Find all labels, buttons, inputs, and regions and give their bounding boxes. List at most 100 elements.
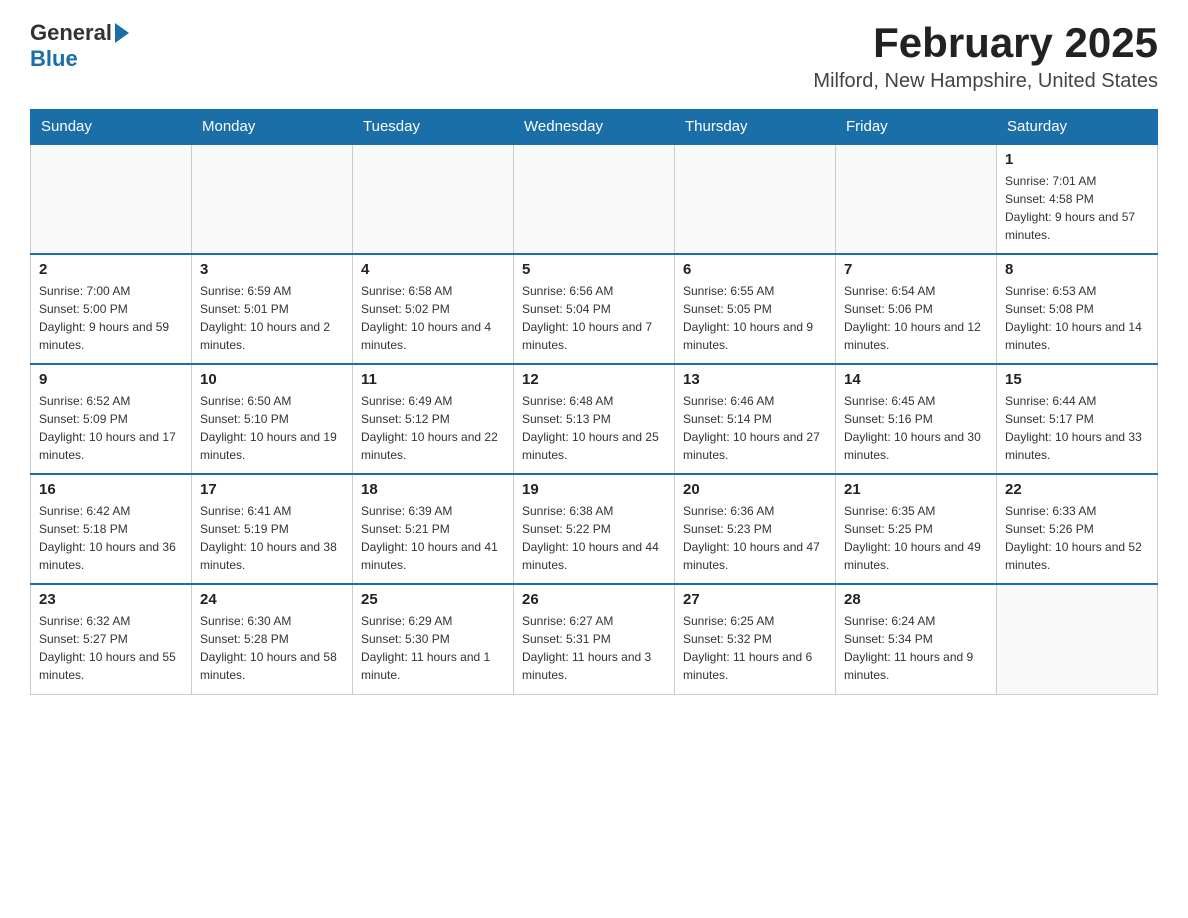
calendar-day-cell: 7 Sunrise: 6:54 AMSunset: 5:06 PMDaylight…: [836, 254, 997, 364]
calendar-day-header: Thursday: [675, 110, 836, 145]
day-number: 27: [683, 591, 827, 608]
day-info: Sunrise: 6:32 AMSunset: 5:27 PMDaylight:…: [39, 612, 183, 684]
day-number: 20: [683, 481, 827, 498]
calendar-week-row: 1Sunrise: 7:01 AMSunset: 4:58 PMDaylight…: [31, 144, 1158, 254]
calendar-table: SundayMondayTuesdayWednesdayThursdayFrid…: [30, 109, 1158, 695]
calendar-week-row: 16 Sunrise: 6:42 AMSunset: 5:18 PMDayligh…: [31, 474, 1158, 584]
day-number: 12: [522, 371, 666, 388]
calendar-day-header: Friday: [836, 110, 997, 145]
day-info: Sunrise: 6:56 AMSunset: 5:04 PMDaylight:…: [522, 282, 666, 354]
calendar-day-header: Tuesday: [353, 110, 514, 145]
day-info: Sunrise: 6:50 AMSunset: 5:10 PMDaylight:…: [200, 392, 344, 464]
day-info: Sunrise: 6:24 AMSunset: 5:34 PMDaylight:…: [844, 612, 988, 684]
page-subtitle: Milford, New Hampshire, United States: [813, 70, 1158, 93]
day-number: 18: [361, 481, 505, 498]
calendar-day-cell: [192, 144, 353, 254]
day-number: 14: [844, 371, 988, 388]
day-info: Sunrise: 6:41 AMSunset: 5:19 PMDaylight:…: [200, 502, 344, 574]
calendar-day-cell: 3 Sunrise: 6:59 AMSunset: 5:01 PMDaylight…: [192, 254, 353, 364]
calendar-day-cell: 26 Sunrise: 6:27 AMSunset: 5:31 PMDayligh…: [514, 584, 675, 694]
day-info: Sunrise: 6:52 AMSunset: 5:09 PMDaylight:…: [39, 392, 183, 464]
day-info: Sunrise: 6:53 AMSunset: 5:08 PMDaylight:…: [1005, 282, 1149, 354]
calendar-day-cell: 11 Sunrise: 6:49 AMSunset: 5:12 PMDayligh…: [353, 364, 514, 474]
day-info: Sunrise: 6:39 AMSunset: 5:21 PMDaylight:…: [361, 502, 505, 574]
day-number: 16: [39, 481, 183, 498]
calendar-day-cell: 6 Sunrise: 6:55 AMSunset: 5:05 PMDaylight…: [675, 254, 836, 364]
day-number: 9: [39, 371, 183, 388]
logo-general-text: General: [30, 20, 112, 46]
calendar-day-cell: 24Sunrise: 6:30 AMSunset: 5:28 PMDayligh…: [192, 584, 353, 694]
day-info: Sunrise: 6:42 AMSunset: 5:18 PMDaylight:…: [39, 502, 183, 574]
day-info: Sunrise: 6:27 AMSunset: 5:31 PMDaylight:…: [522, 612, 666, 684]
calendar-day-header: Saturday: [997, 110, 1158, 145]
calendar-day-cell: 25Sunrise: 6:29 AMSunset: 5:30 PMDayligh…: [353, 584, 514, 694]
page-header: General Blue February 2025 Milford, New …: [30, 20, 1158, 93]
day-info: Sunrise: 6:35 AMSunset: 5:25 PMDaylight:…: [844, 502, 988, 574]
day-number: 4: [361, 261, 505, 278]
day-info: Sunrise: 6:46 AMSunset: 5:14 PMDaylight:…: [683, 392, 827, 464]
calendar-week-row: 9 Sunrise: 6:52 AMSunset: 5:09 PMDaylight…: [31, 364, 1158, 474]
calendar-day-cell: [836, 144, 997, 254]
calendar-day-cell: 9 Sunrise: 6:52 AMSunset: 5:09 PMDaylight…: [31, 364, 192, 474]
day-number: 6: [683, 261, 827, 278]
calendar-day-cell: 8 Sunrise: 6:53 AMSunset: 5:08 PMDaylight…: [997, 254, 1158, 364]
calendar-day-cell: 22 Sunrise: 6:33 AMSunset: 5:26 PMDayligh…: [997, 474, 1158, 584]
calendar-day-cell: 5 Sunrise: 6:56 AMSunset: 5:04 PMDaylight…: [514, 254, 675, 364]
calendar-day-cell: 10 Sunrise: 6:50 AMSunset: 5:10 PMDayligh…: [192, 364, 353, 474]
calendar-day-cell: [997, 584, 1158, 694]
day-info: Sunrise: 6:30 AMSunset: 5:28 PMDaylight:…: [200, 612, 344, 684]
day-number: 7: [844, 261, 988, 278]
day-number: 8: [1005, 261, 1149, 278]
calendar-day-cell: 4 Sunrise: 6:58 AMSunset: 5:02 PMDaylight…: [353, 254, 514, 364]
page-title: February 2025: [813, 20, 1158, 66]
calendar-day-cell: 19 Sunrise: 6:38 AMSunset: 5:22 PMDayligh…: [514, 474, 675, 584]
calendar-day-cell: 12 Sunrise: 6:48 AMSunset: 5:13 PMDayligh…: [514, 364, 675, 474]
calendar-day-header: Wednesday: [514, 110, 675, 145]
day-number: 23: [39, 591, 183, 608]
calendar-day-cell: 14Sunrise: 6:45 AMSunset: 5:16 PMDayligh…: [836, 364, 997, 474]
day-info: Sunrise: 6:25 AMSunset: 5:32 PMDaylight:…: [683, 612, 827, 684]
title-block: February 2025 Milford, New Hampshire, Un…: [813, 20, 1158, 93]
day-info: Sunrise: 6:44 AMSunset: 5:17 PMDaylight:…: [1005, 392, 1149, 464]
calendar-day-cell: [353, 144, 514, 254]
calendar-day-cell: 1Sunrise: 7:01 AMSunset: 4:58 PMDaylight…: [997, 144, 1158, 254]
day-number: 15: [1005, 371, 1149, 388]
day-info: Sunrise: 6:36 AMSunset: 5:23 PMDaylight:…: [683, 502, 827, 574]
logo-blue-text: Blue: [30, 46, 78, 72]
calendar-day-cell: 17 Sunrise: 6:41 AMSunset: 5:19 PMDayligh…: [192, 474, 353, 584]
day-info: Sunrise: 6:49 AMSunset: 5:12 PMDaylight:…: [361, 392, 505, 464]
day-number: 5: [522, 261, 666, 278]
day-number: 28: [844, 591, 988, 608]
day-number: 17: [200, 481, 344, 498]
day-info: Sunrise: 6:33 AMSunset: 5:26 PMDaylight:…: [1005, 502, 1149, 574]
day-number: 26: [522, 591, 666, 608]
calendar-day-header: Monday: [192, 110, 353, 145]
calendar-day-cell: 18 Sunrise: 6:39 AMSunset: 5:21 PMDayligh…: [353, 474, 514, 584]
calendar-day-cell: [675, 144, 836, 254]
day-info: Sunrise: 6:58 AMSunset: 5:02 PMDaylight:…: [361, 282, 505, 354]
day-info: Sunrise: 6:48 AMSunset: 5:13 PMDaylight:…: [522, 392, 666, 464]
day-number: 19: [522, 481, 666, 498]
day-number: 22: [1005, 481, 1149, 498]
calendar-day-cell: 27 Sunrise: 6:25 AMSunset: 5:32 PMDayligh…: [675, 584, 836, 694]
logo-arrow-icon: [115, 23, 129, 43]
day-info: Sunrise: 6:55 AMSunset: 5:05 PMDaylight:…: [683, 282, 827, 354]
calendar-day-cell: 20 Sunrise: 6:36 AMSunset: 5:23 PMDayligh…: [675, 474, 836, 584]
day-number: 3: [200, 261, 344, 278]
day-info: Sunrise: 6:38 AMSunset: 5:22 PMDaylight:…: [522, 502, 666, 574]
calendar-day-cell: 23 Sunrise: 6:32 AMSunset: 5:27 PMDayligh…: [31, 584, 192, 694]
calendar-day-cell: 2Sunrise: 7:00 AMSunset: 5:00 PMDaylight…: [31, 254, 192, 364]
day-number: 13: [683, 371, 827, 388]
day-number: 10: [200, 371, 344, 388]
calendar-day-cell: 15 Sunrise: 6:44 AMSunset: 5:17 PMDayligh…: [997, 364, 1158, 474]
calendar-day-cell: 21 Sunrise: 6:35 AMSunset: 5:25 PMDayligh…: [836, 474, 997, 584]
day-info: Sunrise: 7:00 AMSunset: 5:00 PMDaylight:…: [39, 282, 183, 354]
day-info: Sunrise: 6:54 AMSunset: 5:06 PMDaylight:…: [844, 282, 988, 354]
day-info: Sunrise: 6:29 AMSunset: 5:30 PMDaylight:…: [361, 612, 505, 684]
calendar-day-header: Sunday: [31, 110, 192, 145]
calendar-week-row: 23 Sunrise: 6:32 AMSunset: 5:27 PMDayligh…: [31, 584, 1158, 694]
calendar-day-cell: [31, 144, 192, 254]
day-number: 21: [844, 481, 988, 498]
day-info: Sunrise: 6:59 AMSunset: 5:01 PMDaylight:…: [200, 282, 344, 354]
day-number: 11: [361, 371, 505, 388]
